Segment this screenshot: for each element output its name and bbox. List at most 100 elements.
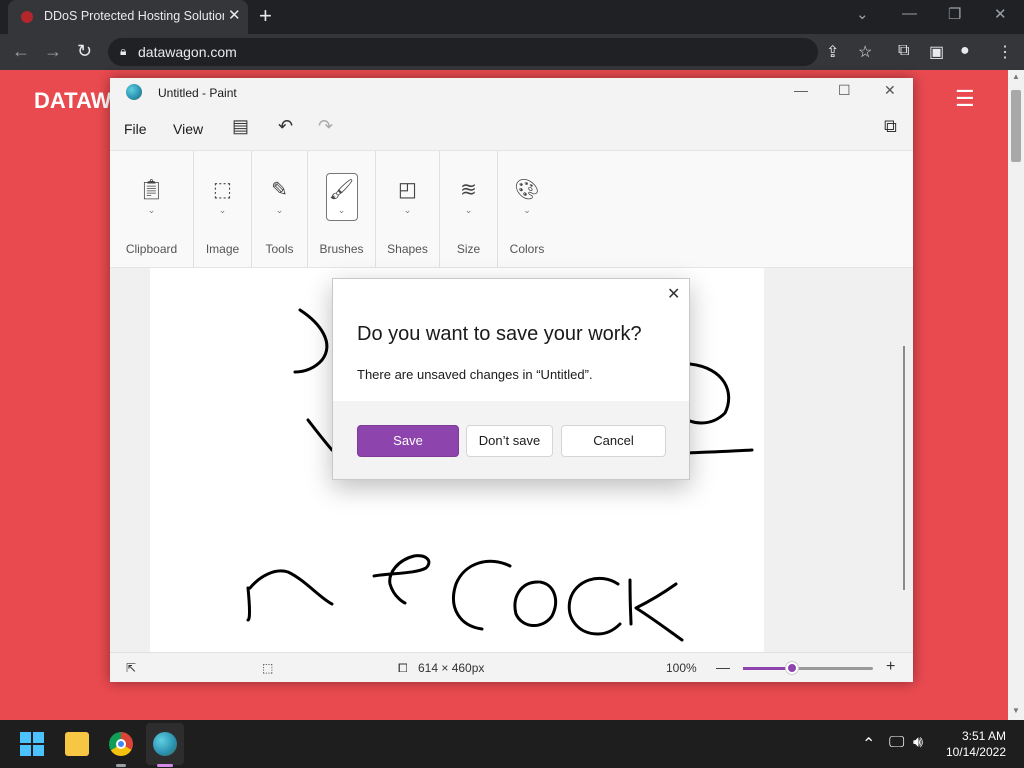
shapes-icon: ◰ xyxy=(398,179,417,201)
ribbon-label-tools: Tools xyxy=(265,242,294,256)
paint-close-icon[interactable]: ✕ xyxy=(884,82,896,99)
chevron-down-icon: ⌄ xyxy=(464,205,473,215)
clock-time: 3:51 AM xyxy=(961,729,1006,743)
clock-date: 10/14/2022 xyxy=(945,745,1006,759)
start-tile xyxy=(20,732,31,743)
side-panel-icon[interactable]: ▣ xyxy=(929,42,944,62)
chevron-down-icon: ⌄ xyxy=(147,205,156,215)
start-tile xyxy=(33,732,44,743)
chevron-down-icon: ⌄ xyxy=(337,205,346,215)
canvas-scrollbar[interactable] xyxy=(900,268,913,652)
new-tab-icon[interactable]: + xyxy=(259,3,272,29)
running-indicator xyxy=(116,764,126,767)
layers-icon[interactable]: ⧉ xyxy=(884,116,897,137)
tab-title: DDoS Protected Hosting Solution xyxy=(44,9,224,23)
tab-search-icon[interactable]: ⌄ xyxy=(856,5,869,23)
stroke xyxy=(372,554,431,605)
address-bar[interactable]: 🔒︎ datawagon.com xyxy=(108,38,818,66)
menu-file[interactable]: File xyxy=(124,121,147,137)
site-logo-text: DATAW xyxy=(34,88,112,113)
palette-icon: 🎨︎ xyxy=(514,179,540,201)
file-explorer-icon[interactable] xyxy=(65,732,89,756)
status-bar: ⇱ ⬚ ⧠ 614 × 460px 100% — + xyxy=(110,652,913,682)
dialog-close-icon[interactable]: ✕ xyxy=(667,284,680,304)
page-scrollbar[interactable]: ▲ ▼ xyxy=(1008,70,1024,720)
browser-tab-strip: DDoS Protected Hosting Solution ✕ + ⌄ — … xyxy=(0,0,1024,34)
stroke xyxy=(628,578,684,642)
dont-save-button[interactable]: Don’t save xyxy=(466,425,553,457)
paint-app-icon xyxy=(126,84,142,100)
paint-menu-bar: File View ▤ ↶ ↷ ⧉ xyxy=(110,108,913,148)
ribbon-group-size[interactable]: ≋ ⌄ Size xyxy=(440,151,498,269)
zoom-out-icon[interactable]: — xyxy=(716,659,730,675)
extensions-icon[interactable]: ⧉ xyxy=(898,42,909,60)
close-tab-icon[interactable]: ✕ xyxy=(228,6,241,24)
hamburger-menu-icon[interactable]: ☰ xyxy=(955,86,975,112)
chevron-down-icon: ⌄ xyxy=(403,205,412,215)
canvas-scrollbar-thumb[interactable] xyxy=(903,346,905,590)
zoom-level[interactable]: 100% xyxy=(666,661,697,675)
ribbon: 📋︎ ⌄ Clipboard ⬚ ⌄ Image ✎ ⌄ Tools 🖌︎ ⌄ … xyxy=(110,150,913,269)
forward-icon[interactable]: → xyxy=(44,41,62,62)
lock-icon: 🔒︎ xyxy=(120,44,127,58)
reload-icon[interactable]: ↻ xyxy=(77,41,92,62)
paint-taskbar-icon[interactable] xyxy=(153,732,177,756)
menu-view[interactable]: View xyxy=(173,121,203,137)
chrome-center xyxy=(116,739,126,749)
dialog-footer: Save Don’t save Cancel xyxy=(333,401,689,479)
bookmark-star-icon[interactable]: ☆ xyxy=(858,42,872,62)
scroll-up-icon[interactable]: ▲ xyxy=(1012,72,1020,81)
paint-title-bar: Untitled - Paint — ☐ ✕ xyxy=(110,78,913,108)
ribbon-label-colors: Colors xyxy=(509,242,545,256)
zoom-in-icon[interactable]: + xyxy=(886,658,895,676)
start-menu-icon[interactable] xyxy=(20,732,44,756)
minimize-icon[interactable]: — xyxy=(902,5,917,22)
ribbon-group-brushes[interactable]: 🖌︎ ⌄ Brushes xyxy=(308,151,376,269)
zoom-slider[interactable] xyxy=(743,662,873,674)
canvas-size-icon: ⧠ xyxy=(398,661,408,675)
zoom-slider-fill xyxy=(743,667,793,670)
close-window-icon[interactable]: ✕ xyxy=(994,5,1007,23)
stroke xyxy=(293,308,329,374)
paint-minimize-icon[interactable]: — xyxy=(794,82,808,98)
share-icon[interactable]: ⇪ xyxy=(826,42,839,62)
ribbon-group-image[interactable]: ⬚ ⌄ Image xyxy=(194,151,252,269)
restore-icon[interactable]: ❐ xyxy=(948,5,961,23)
undo-icon[interactable]: ↶ xyxy=(278,116,293,137)
menu-kebab-icon[interactable]: ⋮ xyxy=(997,42,1013,62)
ribbon-label-image: Image xyxy=(205,242,240,256)
profile-icon[interactable]: ● xyxy=(960,42,970,60)
back-icon[interactable]: ← xyxy=(12,41,30,62)
dialog-title: Do you want to save your work? xyxy=(357,323,642,345)
system-clock[interactable]: 3:51 AM 10/14/2022 xyxy=(936,728,1006,760)
stroke xyxy=(452,559,512,631)
scroll-down-icon[interactable]: ▼ xyxy=(1012,706,1020,715)
browser-tab[interactable]: DDoS Protected Hosting Solution ✕ xyxy=(8,0,248,34)
paint-maximize-icon[interactable]: ☐ xyxy=(838,82,851,99)
ribbon-group-colors[interactable]: 🎨︎ ⌄ Colors xyxy=(498,151,556,269)
window-title: Untitled - Paint xyxy=(158,86,237,100)
zoom-slider-knob[interactable] xyxy=(786,662,799,674)
network-icon[interactable]: 🖵︎ xyxy=(889,734,904,752)
ribbon-group-shapes[interactable]: ◰ ⌄ Shapes xyxy=(376,151,440,269)
cancel-button[interactable]: Cancel xyxy=(561,425,666,457)
scrollbar-thumb[interactable] xyxy=(1011,90,1021,162)
size-lines-icon: ≋ xyxy=(460,179,477,201)
clipboard-icon: 📋︎ xyxy=(138,179,165,201)
select-rectangle-icon: ⬚ xyxy=(213,179,232,201)
canvas-dimensions: 614 × 460px xyxy=(418,661,485,675)
chrome-icon[interactable] xyxy=(109,732,133,756)
chevron-down-icon: ⌄ xyxy=(275,205,284,215)
save-dialog: ✕ Do you want to save your work? There a… xyxy=(332,278,690,480)
save-icon[interactable]: ▤ xyxy=(232,116,249,137)
volume-icon[interactable]: 🔊︎ xyxy=(913,734,923,752)
stroke xyxy=(683,362,731,425)
ribbon-group-clipboard[interactable]: 📋︎ ⌄ Clipboard xyxy=(110,151,194,269)
chevron-up-icon[interactable]: ⌃ xyxy=(862,734,875,754)
site-favicon-icon xyxy=(21,11,33,23)
browser-toolbar: ← → ↻ 🔒︎ datawagon.com ⇪ ☆ ⧉ ▣ ● ⋮ xyxy=(0,34,1024,70)
cursor-position-icon: ⇱ xyxy=(126,661,137,675)
ribbon-group-tools[interactable]: ✎ ⌄ Tools xyxy=(252,151,308,269)
save-button[interactable]: Save xyxy=(357,425,459,457)
stroke xyxy=(686,448,754,455)
